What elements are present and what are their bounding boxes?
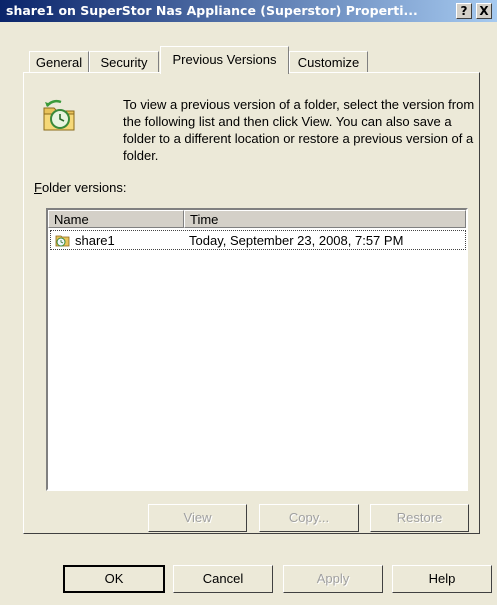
list-item[interactable]: share1 Today, September 23, 2008, 7:57 P…	[50, 230, 466, 250]
tab-security[interactable]: Security	[89, 51, 159, 73]
folder-clock-icon	[55, 235, 70, 247]
intro-text: To view a previous version of a folder, …	[123, 97, 475, 163]
apply-button[interactable]: Apply	[283, 565, 383, 593]
view-button[interactable]: View	[148, 504, 247, 532]
tab-previous-versions[interactable]: Previous Versions	[160, 46, 289, 74]
ok-button[interactable]: OK	[63, 565, 165, 593]
cancel-button[interactable]: Cancel	[173, 565, 273, 593]
column-header-name[interactable]: Name	[48, 210, 184, 228]
tab-customize[interactable]: Customize	[289, 51, 368, 73]
folder-versions-list[interactable]: Name Time share1 Today, September 23, 20…	[46, 208, 468, 491]
folder-history-icon	[43, 99, 75, 131]
copy-button[interactable]: Copy...	[259, 504, 359, 532]
close-title-button[interactable]: X	[476, 3, 492, 19]
help-button[interactable]: Help	[392, 565, 492, 593]
column-header-time[interactable]: Time	[184, 210, 466, 228]
row-name: share1	[75, 233, 115, 248]
restore-button[interactable]: Restore	[370, 504, 469, 532]
window-title: share1 on SuperStor Nas Appliance (Super…	[6, 3, 418, 18]
row-time: Today, September 23, 2008, 7:57 PM	[189, 233, 404, 248]
folder-versions-label: Folder versions:	[34, 180, 127, 195]
tab-general[interactable]: General	[29, 51, 89, 73]
help-title-button[interactable]: ?	[456, 3, 472, 19]
title-bar: share1 on SuperStor Nas Appliance (Super…	[0, 0, 497, 22]
